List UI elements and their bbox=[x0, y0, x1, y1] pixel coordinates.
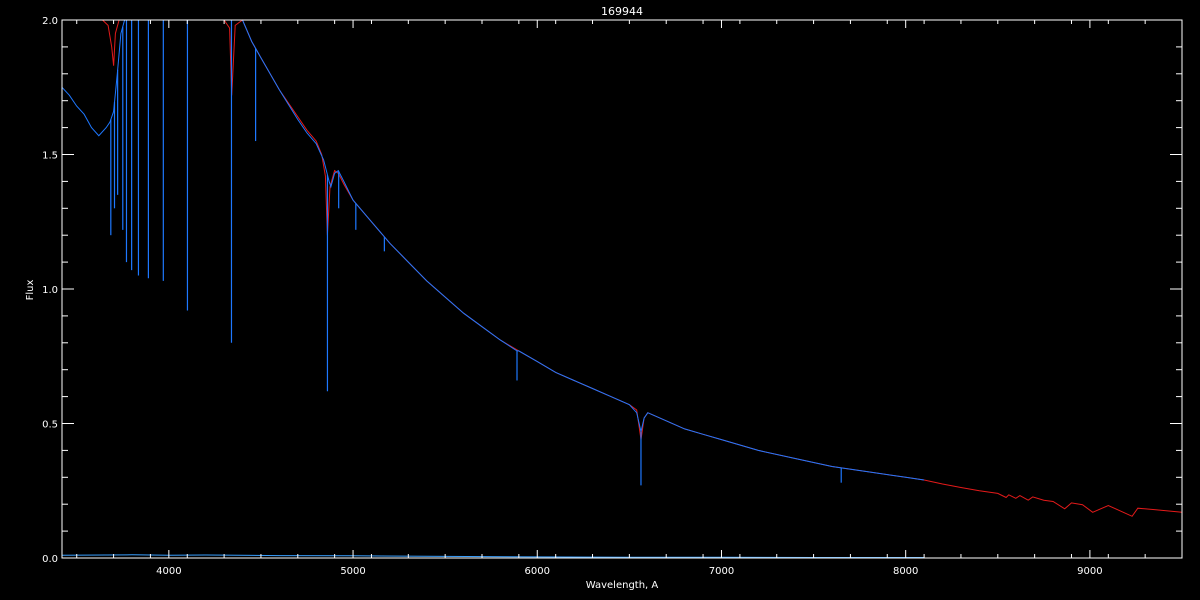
y-axis-title: Flux bbox=[25, 280, 36, 301]
y-tick-label: 1.5 bbox=[42, 151, 58, 162]
x-tick-label: 7000 bbox=[709, 566, 734, 577]
y-tick-label: 1.0 bbox=[42, 285, 58, 296]
chart-title: 169944 bbox=[601, 5, 643, 18]
y-tick-label: 0.0 bbox=[42, 554, 58, 565]
spectrum-chart: 4000 5000 6000 7000 8000 90000.00.51.01.52.0 … bbox=[0, 0, 1200, 600]
y-tick-label: 2.0 bbox=[42, 16, 58, 27]
x-tick-label: 6000 bbox=[525, 566, 550, 577]
x-tick-label: 4000 bbox=[156, 566, 181, 577]
x-tick-label: 5000 bbox=[340, 566, 365, 577]
x-tick-label: 8000 bbox=[893, 566, 918, 577]
chart-background bbox=[0, 0, 1200, 600]
x-tick-label: 9000 bbox=[1077, 566, 1102, 577]
y-tick-label: 0.5 bbox=[42, 420, 58, 431]
x-axis-title: Wavelength, A bbox=[586, 580, 659, 591]
